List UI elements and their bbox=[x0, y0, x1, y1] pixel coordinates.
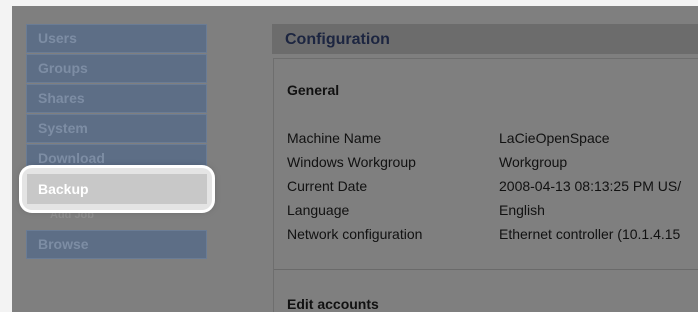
sidebar-item-groups[interactable]: Groups bbox=[26, 54, 207, 83]
config-key: Machine Name bbox=[287, 130, 382, 146]
config-value: Workgroup bbox=[499, 154, 568, 170]
configuration-panel: General Machine Name LaCieOpenSpace Wind… bbox=[273, 58, 698, 312]
section-edit-accounts-title: Edit accounts bbox=[287, 296, 379, 312]
section-divider bbox=[274, 269, 698, 270]
config-value: Ethernet controller (10.1.4.15 bbox=[499, 226, 681, 242]
config-key: Windows Workgroup bbox=[287, 154, 416, 170]
config-key: Language bbox=[287, 202, 350, 218]
sidebar-item-backup[interactable]: Backup bbox=[27, 174, 207, 204]
sidebar-item-backup-highlight: Backup bbox=[22, 168, 212, 210]
config-value: LaCieOpenSpace bbox=[499, 130, 610, 146]
sidebar-item-browse[interactable]: Browse bbox=[26, 230, 207, 259]
sidebar-item-system[interactable]: System bbox=[26, 114, 207, 143]
sidebar-item-users[interactable]: Users bbox=[26, 24, 207, 53]
section-general-title: General bbox=[287, 82, 340, 98]
sidebar-nav: Users Groups Shares System Download Add … bbox=[26, 24, 207, 260]
panel-title: Configuration bbox=[272, 24, 698, 54]
sidebar-item-shares[interactable]: Shares bbox=[26, 84, 207, 113]
config-key: Current Date bbox=[287, 178, 368, 194]
config-value: 2008-04-13 08:13:25 PM US/ bbox=[499, 178, 682, 194]
config-key: Network configuration bbox=[287, 226, 423, 242]
config-value: English bbox=[499, 202, 545, 218]
